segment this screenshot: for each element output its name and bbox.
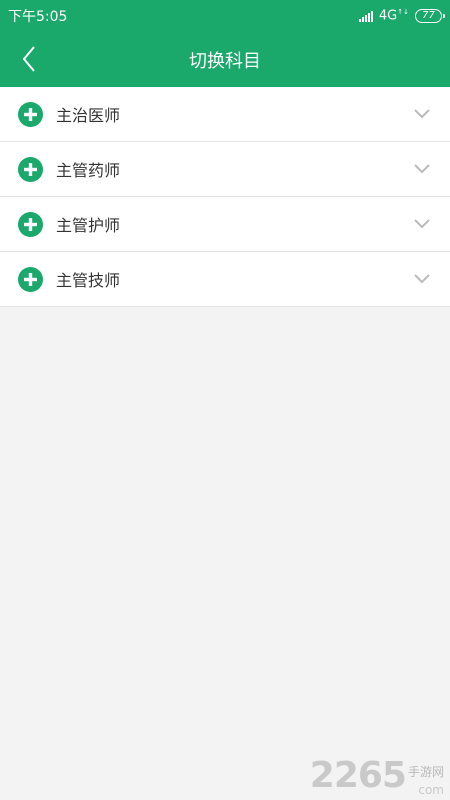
plus-icon xyxy=(18,101,43,127)
subject-item-pharmacist[interactable]: 主管药师 xyxy=(0,142,450,197)
battery-level: 77 xyxy=(422,10,435,22)
battery-icon: 77 xyxy=(415,8,445,23)
subject-label: 主管药师 xyxy=(56,161,121,180)
subject-item-attending-physician[interactable]: 主治医师 xyxy=(0,87,450,142)
chevron-down-icon xyxy=(414,164,430,174)
subject-list: 主治医师 主管药师 主管护师 主管技师 xyxy=(0,87,450,307)
status-indicators: 4G↑↓ 77 xyxy=(358,8,445,24)
subject-label: 主治医师 xyxy=(56,106,121,125)
status-bar: 下午5:05 4G↑↓ 77 xyxy=(0,0,450,32)
back-button[interactable] xyxy=(14,42,44,76)
watermark-text: 手游网 xyxy=(407,765,444,779)
chevron-left-icon xyxy=(22,46,35,72)
page-title: 切换科目 xyxy=(189,50,261,72)
signal-icon xyxy=(358,10,373,22)
watermark-number: 2265 xyxy=(309,755,407,796)
plus-icon xyxy=(18,211,43,237)
subject-label: 主管护师 xyxy=(56,216,121,235)
chevron-down-icon xyxy=(414,109,430,119)
chevron-down-icon xyxy=(414,219,430,229)
network-type: 4G↑↓ xyxy=(378,8,409,24)
chevron-down-icon xyxy=(414,274,430,284)
status-time: 下午5:05 xyxy=(8,9,68,25)
app-bar: 切换科目 xyxy=(0,32,450,87)
plus-icon xyxy=(18,156,43,182)
subject-item-technician[interactable]: 主管技师 xyxy=(0,252,450,307)
plus-icon xyxy=(18,266,43,292)
subject-label: 主管技师 xyxy=(56,271,121,290)
watermark-suffix: com xyxy=(418,783,444,797)
subject-item-nurse[interactable]: 主管护师 xyxy=(0,197,450,252)
